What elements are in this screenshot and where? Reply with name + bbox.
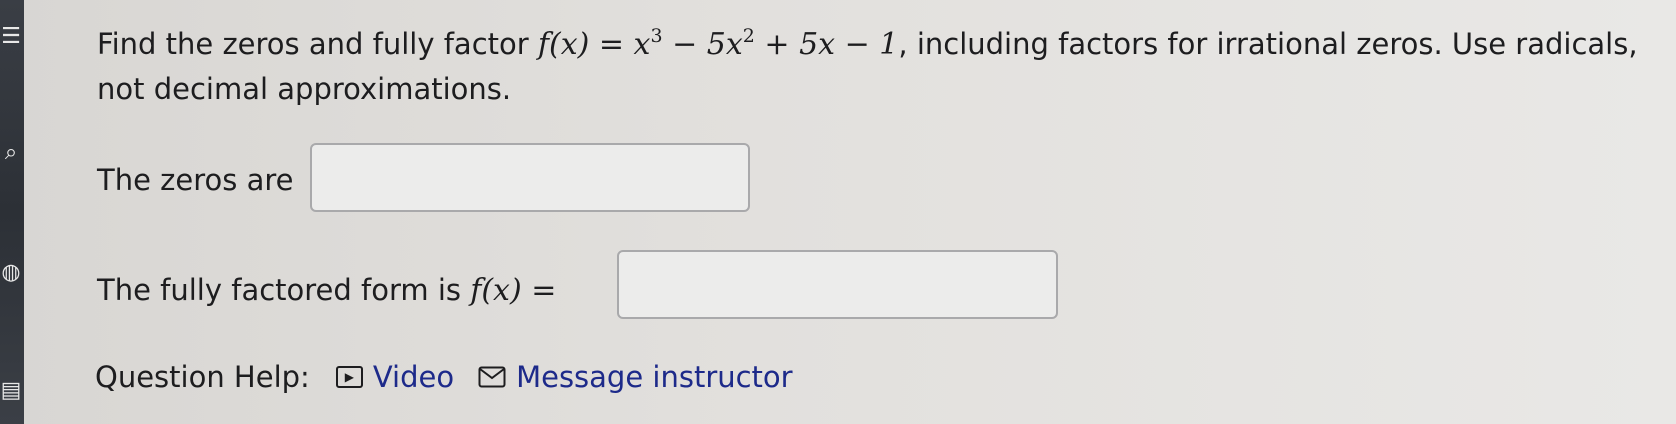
factored-form-input[interactable] <box>617 250 1058 319</box>
factored-form-label: The fully factored form is f(x) = <box>97 273 557 308</box>
zeros-label: The zeros are <box>97 163 294 197</box>
message-instructor-label: Message instructor <box>516 360 793 394</box>
factored-function: f(x) = <box>470 273 557 308</box>
question-text-before: Find the zeros and fully factor <box>97 27 538 61</box>
question-help-label: Question Help: <box>95 360 310 394</box>
message-instructor-link[interactable]: Message instructor <box>478 357 793 397</box>
video-help-label: Video <box>372 360 455 394</box>
question-function: f(x) = x3 − 5x2 + 5x − 1 <box>537 25 899 63</box>
calculator-icon[interactable]: ▤ <box>0 380 22 402</box>
zeros-answer-input[interactable] <box>310 143 750 212</box>
globe-icon[interactable]: ◍ <box>0 262 22 284</box>
envelope-icon <box>478 366 506 388</box>
question-help: Question Help: ▶ Video Message instructo… <box>95 357 793 397</box>
question-prompt: Find the zeros and fully factor f(x) = x… <box>97 22 1657 111</box>
play-icon: ▶ <box>335 366 363 388</box>
menu-icon[interactable]: ☰ <box>0 26 22 48</box>
video-help-link[interactable]: ▶ Video <box>335 357 455 397</box>
search-icon[interactable]: ⌕ <box>0 142 22 164</box>
left-toolbar: ☰ ⌕ ◍ ▤ <box>0 0 24 424</box>
